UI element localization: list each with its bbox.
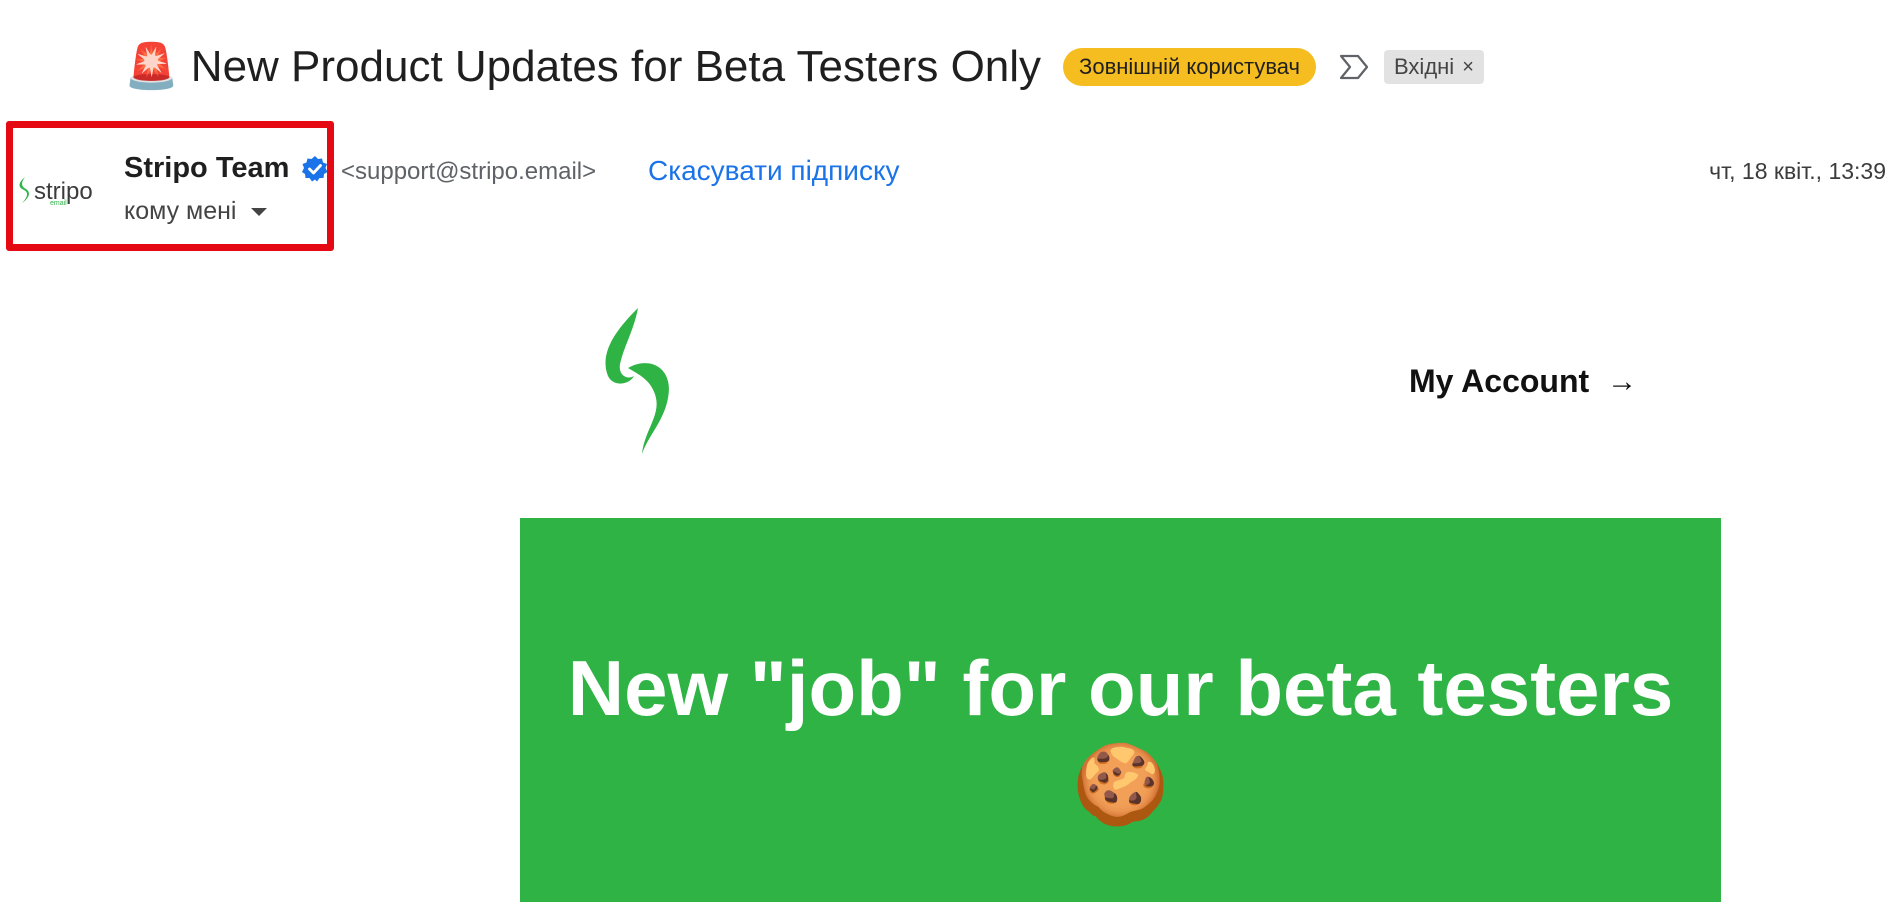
logo-subtext: email <box>50 200 67 207</box>
recipients-text: кому мені <box>124 197 237 225</box>
recipients-toggle[interactable]: кому мені <box>124 197 267 226</box>
remove-label-button[interactable]: × <box>1462 56 1474 79</box>
chevron-down-icon <box>250 207 267 216</box>
arrow-right-icon: → <box>1607 364 1638 398</box>
important-marker-icon[interactable] <box>1338 52 1370 82</box>
sender-name-text: Stripo Team <box>124 152 290 184</box>
email-date: чт, 18 квіт., 13:39 <box>1709 158 1886 184</box>
stripo-large-logo-icon <box>605 308 669 454</box>
label-text: Вхідні <box>1394 54 1455 79</box>
verified-icon <box>302 155 328 181</box>
subject-row: 🚨 New Product Updates for Beta Testers O… <box>124 36 1484 98</box>
email-subject: New Product Updates for Beta Testers Onl… <box>190 42 1042 91</box>
stripo-logo-icon <box>19 177 29 203</box>
inbox-label-chip: Вхідні × <box>1384 50 1484 84</box>
avatar: stripo email <box>16 176 93 207</box>
unsubscribe-link[interactable]: Скасувати підписку <box>648 155 900 187</box>
sender-email: <support@stripo.email> <box>341 158 597 185</box>
sender-name[interactable]: Stripo Team <box>124 152 329 185</box>
siren-emoji: 🚨 <box>124 42 179 91</box>
hero-banner: New "job" for our beta testers🍪 <box>520 518 1721 902</box>
banner-title: New "job" for our beta testers🍪 <box>567 644 1674 828</box>
external-user-badge: Зовнішній користувач <box>1063 48 1316 86</box>
my-account-text: My Account <box>1409 363 1590 399</box>
my-account-link[interactable]: My Account → <box>1409 363 1637 400</box>
